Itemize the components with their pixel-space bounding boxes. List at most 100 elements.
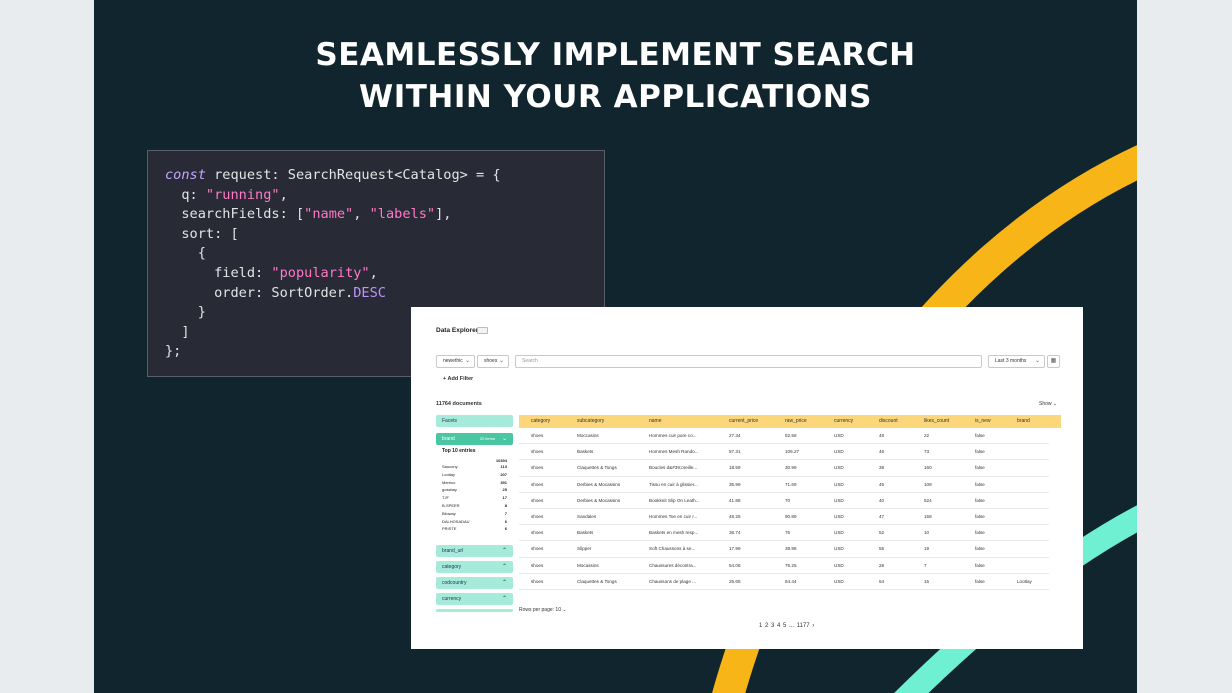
rows-per-page-select[interactable]: Rows per page: 10 ⌄ [519, 607, 567, 613]
column-header-discount[interactable]: discount [879, 415, 898, 428]
table-cell: 30.99 [785, 465, 797, 471]
headline-line-1: SEAMLESSLY IMPLEMENT SEARCH [315, 37, 916, 73]
window-icon[interactable] [477, 327, 488, 334]
add-filter-button[interactable]: + Add Filter [443, 376, 473, 382]
facet-codcountry[interactable]: codcountry ⌃ [436, 577, 513, 589]
facet-entry[interactable]: Saucony 113 [442, 463, 507, 471]
table-cell: false [975, 514, 985, 519]
code-keyword: const [165, 167, 206, 183]
table-cell: 524 [924, 497, 932, 503]
column-header-name[interactable]: name [649, 415, 662, 428]
table-cell: 52.58 [785, 433, 797, 438]
calendar-icon[interactable]: ▦ [1047, 355, 1060, 368]
column-header-likes-count[interactable]: likes_count [924, 415, 949, 428]
column-header-category[interactable]: category [531, 415, 550, 428]
facet-category[interactable]: category ⌃ [436, 561, 513, 573]
facet-entry[interactable]: Lootlay 207 [442, 471, 507, 479]
document-count: 11764 documents [436, 401, 482, 407]
date-range-select[interactable]: Last 3 months ⌄ [988, 355, 1045, 368]
table-cell: false [975, 481, 985, 487]
table-cell: 28 [879, 562, 885, 568]
table-cell: 73 [924, 449, 930, 455]
table-cell: shoes [531, 449, 544, 455]
slide-background: SEAMLESSLY IMPLEMENT SEARCH WITHIN YOUR … [94, 0, 1137, 693]
table-row[interactable]: shoes Slipper Soft Chaussons à se... 17.99 3… [519, 541, 1049, 558]
table-row[interactable]: shoes Mocassins Chaussures décontra... 54.0… [519, 558, 1049, 574]
facet-more [436, 609, 513, 612]
table-cell: Chaussures décontra... [649, 562, 697, 568]
table-row[interactable]: shoes Moccasins Hommes cuir pure co... 27.3… [519, 428, 1049, 445]
facet-entry-count: 6 [504, 526, 507, 532]
table-cell: Baskets [577, 530, 594, 536]
code-line: order: SortOrder. [165, 284, 354, 301]
table-cell: shoes [531, 465, 544, 471]
table-row[interactable]: shoes Claquettes & Tongs Boucles d&#39;ore… [519, 460, 1049, 477]
column-header-subcategory[interactable]: subcategory [577, 415, 604, 428]
table-cell: shoes [531, 481, 544, 487]
table-cell: Slipper [577, 546, 592, 552]
table-cell: 48 [879, 433, 885, 438]
table-cell: shoes [531, 546, 544, 552]
index-select[interactable]: newethic ⌄ [436, 355, 475, 368]
table-cell: Tissu en cuir à glissier... [649, 481, 698, 487]
code-line: { [165, 245, 206, 262]
table-cell: 45 [879, 481, 885, 487]
table-cell: Moccasins [577, 433, 599, 438]
facet-label: currency [442, 596, 462, 602]
table-cell: 57.31 [729, 449, 741, 455]
facet-brand-url[interactable]: brand_url ⌃ [436, 545, 513, 557]
table-cell: 54.06 [729, 562, 741, 568]
chevron-down-icon: ⌄ [464, 358, 470, 364]
column-header-brand[interactable]: brand [1017, 415, 1030, 428]
column-header-is-new[interactable]: is_new [975, 415, 991, 428]
code-line: q: [165, 186, 206, 203]
facet-brand[interactable]: brand 20 items ⌄ [436, 433, 513, 445]
table-row[interactable]: shoes Sandales Hommes Toe en cuir r... 48.2… [519, 509, 1049, 526]
column-header-raw-price[interactable]: raw_price [785, 415, 807, 428]
chevron-down-icon: ⌄ [1052, 401, 1058, 407]
headline: SEAMLESSLY IMPLEMENT SEARCH WITHIN YOUR … [94, 34, 1137, 118]
column-header-currency[interactable]: currency [834, 415, 853, 428]
code-line: field: [165, 264, 272, 281]
chevron-down-icon: ⌄ [501, 436, 507, 442]
table-cell: 108 [924, 481, 932, 487]
table-cell: 39 [879, 465, 885, 471]
table-cell: false [975, 562, 985, 568]
facet-entry-name: Merrico [442, 479, 456, 485]
facet-entry-count: 17 [502, 495, 507, 501]
facets-header: Facets [436, 415, 513, 427]
table-header: category subcategory name current_price raw_… [519, 415, 1061, 428]
facet-entry[interactable]: PRISTE 6 [442, 525, 507, 533]
date-range-value: Last 3 months [995, 358, 1027, 364]
pagination[interactable]: 1 2 3 4 5 ... 1177 › [759, 623, 814, 629]
facet-currency[interactable]: currency ⌃ [436, 593, 513, 605]
table-row[interactable]: shoes Derbies & Mocassins Tissu en cuir à … [519, 477, 1049, 493]
table-cell: Lootlay [1017, 578, 1032, 584]
table-cell: 54 [879, 578, 885, 584]
code-punct: , [279, 186, 288, 203]
facet-entry[interactable]: TJF 17 [442, 494, 507, 502]
search-input[interactable]: Search [515, 355, 982, 368]
table-cell: Baskets [577, 449, 594, 455]
table-row[interactable]: shoes Claquettes & Tongs Chaussons de plag… [519, 574, 1049, 590]
table-cell: USD [834, 578, 844, 584]
explorer-title: Data Explorer [436, 327, 479, 334]
column-header-current-price[interactable]: current_price [729, 415, 758, 428]
facet-entry-count: 113 [500, 464, 507, 469]
table-cell: false [975, 465, 985, 471]
table-row[interactable]: shoes Baskets Baskets en mesh resp... 36.74… [519, 525, 1049, 542]
chevron-up-icon: ⌃ [501, 564, 507, 570]
facet-entry[interactable]: Merrico 391 [442, 479, 507, 487]
facet-entry[interactable]: Biloway 7 [442, 510, 507, 518]
chevron-down-icon: ⌄ [1034, 358, 1040, 364]
code-line: } [165, 304, 206, 321]
show-dropdown[interactable]: Show ⌄ [1039, 401, 1057, 407]
rows-per-page-label: Rows per page: 10 [519, 607, 561, 613]
type-select[interactable]: shoes ⌄ [477, 355, 509, 368]
table-row[interactable]: shoes Derbies & Mocassins Bookknit Slip On… [519, 493, 1049, 509]
facet-entry[interactable]: DALHOSADAU 6 [442, 518, 507, 526]
facet-brand-count: 20 items [479, 436, 495, 441]
facet-entry[interactable]: gossbay 25 [442, 486, 507, 494]
table-row[interactable]: shoes Baskets Hommes Mesh Rando... 57.31 106… [519, 444, 1049, 461]
facet-entry[interactable]: B-SPEER 8 [442, 502, 507, 510]
